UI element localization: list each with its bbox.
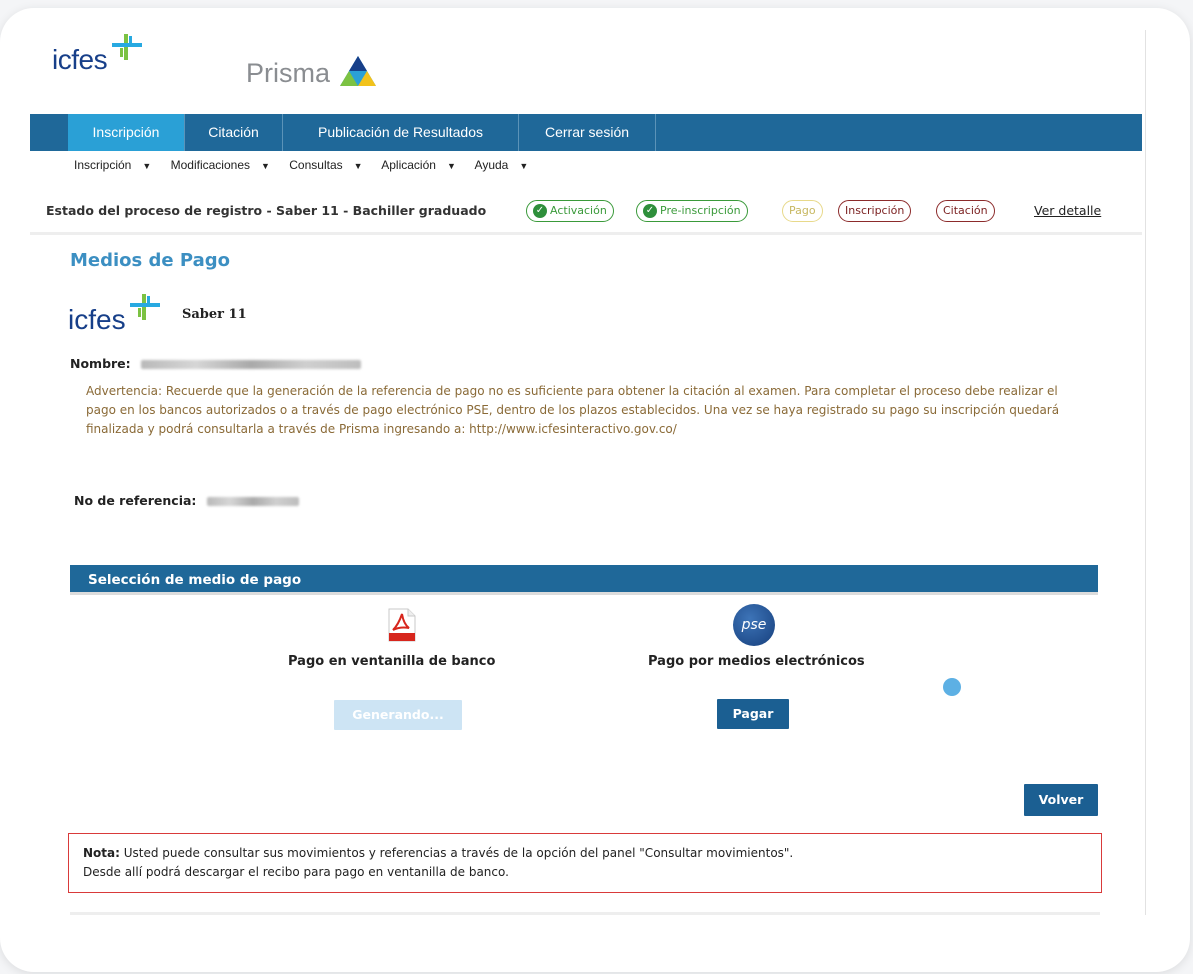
caret-down-icon: ▼	[353, 161, 363, 171]
tab-citacion[interactable]: Citación	[185, 114, 283, 151]
reference-field: No de referencia:	[74, 493, 299, 508]
step-pago: Pago	[782, 200, 823, 222]
icfes-logo-text: icfes	[52, 44, 108, 75]
note-prefix: Nota:	[83, 846, 120, 860]
prisma-triangle-icon	[340, 56, 376, 86]
tab-inscripcion[interactable]: Inscripción	[68, 114, 185, 151]
subnav-aplicacion[interactable]: Aplicación ▼	[381, 158, 464, 172]
step-preinscripcion: ✓ Pre-inscripción	[636, 200, 748, 222]
step-activacion-label: Activación	[550, 204, 607, 217]
app-frame: icfes Prisma Inscripción Citación Public…	[30, 30, 1146, 915]
tab-cerrar-sesion[interactable]: Cerrar sesión	[519, 114, 656, 151]
nombre-label: Nombre:	[70, 356, 131, 371]
payment-warning: Advertencia: Recuerde que la generación …	[86, 384, 1060, 436]
check-icon: ✓	[643, 204, 657, 218]
ver-detalle-link[interactable]: Ver detalle	[1034, 203, 1101, 218]
subnav-consultas-label: Consultas	[289, 158, 343, 172]
caret-down-icon: ▼	[142, 161, 152, 171]
registration-status: Estado del proceso de registro - Saber 1…	[46, 200, 1121, 224]
cursor-dot	[943, 678, 961, 696]
divider	[30, 232, 1142, 235]
nombre-value-redacted	[141, 360, 362, 369]
bank-payment-label: Pago en ventanilla de banco	[288, 654, 496, 669]
check-icon: ✓	[533, 204, 547, 218]
prisma-logo: Prisma	[246, 58, 331, 88]
note-line-2: Desde allí podrá descargar el recibo par…	[83, 865, 509, 879]
volver-button[interactable]: Volver	[1024, 784, 1098, 816]
subnav-modificaciones[interactable]: Modificaciones ▼	[171, 158, 278, 172]
step-citacion: Citación	[936, 200, 995, 222]
subnav-ayuda-label: Ayuda	[474, 158, 509, 172]
icfes-logo-small: icfes	[68, 294, 160, 336]
pdf-icon	[388, 608, 416, 642]
tab-publicacion-resultados[interactable]: Publicación de Resultados	[283, 114, 519, 151]
subnav-inscripcion-label: Inscripción	[74, 158, 132, 172]
page-title: Medios de Pago	[70, 250, 230, 271]
page-card: icfes Prisma Inscripción Citación Public…	[0, 8, 1190, 972]
note-box: Nota: Usted puede consultar sus movimien…	[68, 833, 1102, 893]
icfes-logo: icfes	[52, 34, 142, 76]
note-text-1: Usted puede consultar sus movimientos y …	[119, 846, 794, 860]
subnav-inscripcion[interactable]: Inscripción ▼	[74, 158, 159, 172]
step-inscripcion: Inscripción	[838, 200, 912, 222]
icfes-logo-small-text: icfes	[68, 304, 126, 335]
status-label: Estado del proceso de registro - Saber 1…	[46, 203, 487, 218]
bottom-divider	[70, 912, 1100, 915]
step-activacion: ✓ Activación	[526, 200, 614, 222]
note-line-1: Nota: Usted puede consultar sus movimien…	[83, 844, 1101, 863]
electronic-payment-label: Pago por medios electrónicos	[648, 654, 865, 669]
subnav-ayuda[interactable]: Ayuda ▼	[475, 158, 537, 172]
reference-value-redacted	[206, 497, 299, 506]
nombre-field: Nombre:	[70, 356, 362, 371]
step-preinscripcion-label: Pre-inscripción	[660, 204, 741, 217]
generando-button[interactable]: Generando...	[334, 700, 462, 730]
exam-name: Saber 11	[182, 307, 247, 322]
icfes-star-icon	[130, 294, 160, 320]
reference-label: No de referencia:	[74, 493, 197, 508]
subnav-consultas[interactable]: Consultas ▼	[289, 158, 370, 172]
sub-navigation: Inscripción ▼ Modificaciones ▼ Consultas ▼ …	[74, 158, 544, 172]
main-navbar: Inscripción Citación Publicación de Resu…	[30, 114, 1142, 151]
icfes-star-icon	[112, 34, 142, 60]
payment-method-header: Selección de medio de pago	[70, 565, 1098, 595]
pagar-button[interactable]: Pagar	[717, 699, 789, 729]
caret-down-icon: ▼	[261, 161, 270, 171]
subnav-modificaciones-label: Modificaciones	[170, 158, 250, 172]
caret-down-icon: ▼	[446, 161, 456, 171]
subnav-aplicacion-label: Aplicación	[381, 158, 436, 172]
caret-down-icon: ▼	[519, 161, 529, 171]
pse-icon: pse	[733, 604, 775, 646]
